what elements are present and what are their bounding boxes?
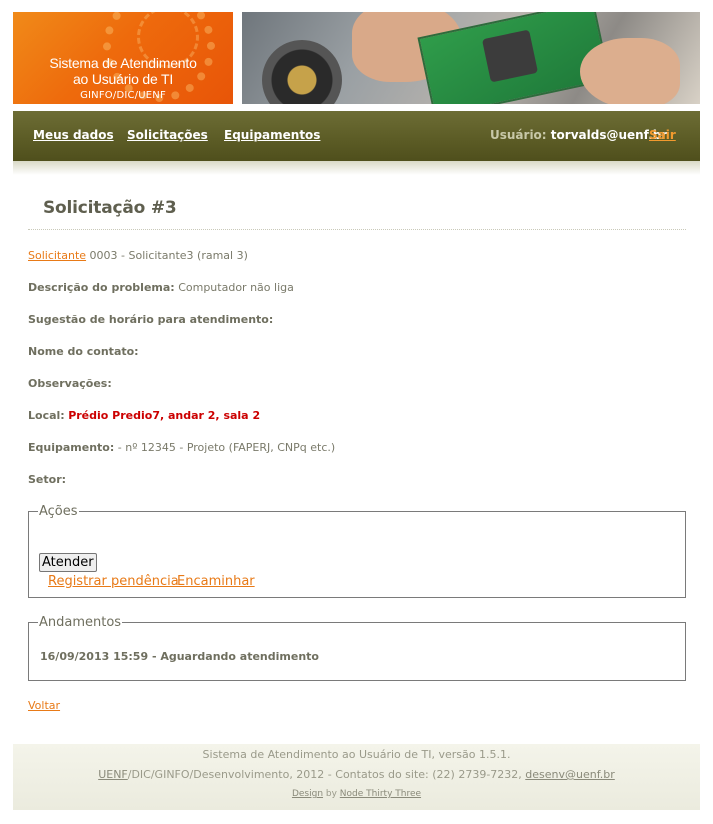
footer-org-link[interactable]: UENF <box>98 768 128 781</box>
location-value: Prédio Predio7, andar 2, sala 2 <box>68 409 261 422</box>
equipment-label: Equipamento: <box>28 441 115 454</box>
back-link[interactable]: Voltar <box>28 699 60 712</box>
logo-title-line1: Sistema de Atendimento <box>49 55 197 71</box>
logo-title: Sistema de Atendimento ao Usuário de TI <box>13 55 233 87</box>
field-sector: Setor: <box>28 473 66 486</box>
footer-version: Sistema de Atendimento ao Usuário de TI,… <box>202 748 511 761</box>
schedule-label: Sugestão de horário para atendimento: <box>28 313 274 326</box>
footer-contacts: UENF/DIC/GINFO/Desenvolvimento, 2012 - C… <box>13 768 700 781</box>
field-problem: Descrição do problema: Computador não li… <box>28 281 294 294</box>
problem-label: Descrição do problema: <box>28 281 175 294</box>
footer-by-text: by <box>323 789 340 799</box>
logo-title-line2: ao Usuário de TI <box>72 71 174 87</box>
sector-label: Setor: <box>28 473 67 486</box>
notes-label: Observações: <box>28 377 112 390</box>
title-divider <box>28 229 686 230</box>
history-fieldset: Andamentos 16/09/2013 15:59 - Aguardando… <box>28 615 686 681</box>
history-item: 16/09/2013 15:59 - Aguardando atendiment… <box>40 650 319 663</box>
site-logo: Sistema de Atendimento ao Usuário de TI … <box>13 12 233 104</box>
logo-subtitle: GINFO/DIC/UENF <box>80 90 166 101</box>
current-user: Usuário: torvalds@uenf.br <box>490 128 667 142</box>
menu-item-meus-dados[interactable]: Meus dados <box>33 128 114 142</box>
field-notes: Observações: <box>28 377 112 390</box>
field-equipment: Equipamento: - nº 12345 - Projeto (FAPER… <box>28 441 335 454</box>
header-banner-image <box>242 12 700 104</box>
logout-link[interactable]: Sair <box>649 128 676 142</box>
requester-link[interactable]: Solicitante <box>28 249 86 262</box>
menu-item-solicitacoes[interactable]: Solicitações <box>127 128 208 142</box>
requester-value: 0003 - Solicitante3 (ramal 3) <box>89 249 248 262</box>
field-schedule: Sugestão de horário para atendimento: <box>28 313 273 326</box>
page-title: Solicitação #3 <box>43 198 177 218</box>
footer-author-link[interactable]: Node Thirty Three <box>340 789 421 799</box>
footer-design-link[interactable]: Design <box>292 789 323 799</box>
banner-hand-right <box>580 38 680 104</box>
atender-button[interactable]: Atender <box>39 553 97 572</box>
footer-email-link[interactable]: desenv@uenf.br <box>525 768 615 781</box>
main-menu-bar: Meus dados Solicitações Equipamentos Usu… <box>13 111 700 161</box>
forward-link[interactable]: Encaminhar <box>177 574 255 589</box>
contact-label: Nome do contato: <box>28 345 139 358</box>
actions-legend: Ações <box>39 504 78 519</box>
field-contact: Nome do contato: <box>28 345 139 358</box>
equipment-value: - nº 12345 - Projeto (FAPERJ, CNPq etc.) <box>117 441 336 454</box>
menu-item-equipamentos[interactable]: Equipamentos <box>224 128 320 142</box>
field-location: Local: Prédio Predio7, andar 2, sala 2 <box>28 409 260 422</box>
footer: Sistema de Atendimento ao Usuário de TI,… <box>13 744 700 810</box>
problem-value: Computador não liga <box>178 281 294 294</box>
footer-contacts-text: /DIC/GINFO/Desenvolvimento, 2012 - Conta… <box>127 768 526 781</box>
footer-credits: Design by Node Thirty Three <box>13 789 700 799</box>
banner-cpu-fan <box>262 40 342 104</box>
location-label: Local: <box>28 409 65 422</box>
menu-bar-shadow <box>13 161 700 175</box>
history-legend: Andamentos <box>39 615 122 630</box>
actions-fieldset: Ações Atender Registrar pendência Encami… <box>28 504 686 598</box>
register-pending-link[interactable]: Registrar pendência <box>48 574 179 589</box>
field-requester: Solicitante 0003 - Solicitante3 (ramal 3… <box>28 249 248 262</box>
current-user-label: Usuário: <box>490 128 547 142</box>
